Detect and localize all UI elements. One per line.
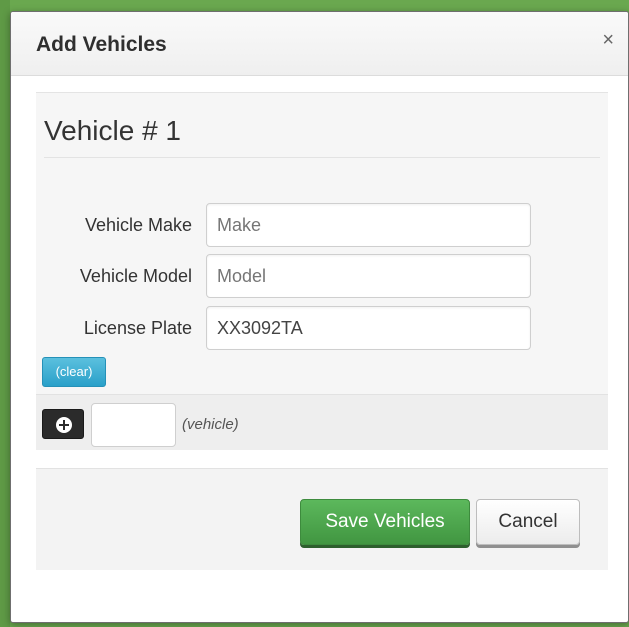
add-vehicle-row: (vehicle) [36,394,608,450]
add-vehicles-modal: Add Vehicles × Vehicle # 1 Vehicle Make … [10,11,629,623]
license-plate-label: License Plate [83,318,192,338]
vehicle-panel: Vehicle # 1 Vehicle Make Vehicle Model L… [36,92,608,450]
save-vehicles-button[interactable]: Save Vehicles [300,499,470,545]
close-icon[interactable]: × [602,30,614,50]
vehicle-make-input[interactable] [206,203,531,247]
clear-button[interactable]: (clear) [42,357,106,387]
license-plate-row: License Plate [36,306,608,350]
modal-header: Add Vehicles × [11,12,628,76]
add-vehicle-button[interactable] [42,409,84,439]
vehicle-model-row: Vehicle Model [36,254,608,298]
vehicle-count-unit: (vehicle) [182,416,239,433]
vehicle-count-input[interactable] [91,403,176,447]
heading-divider [44,157,600,158]
cancel-button[interactable]: Cancel [476,499,580,545]
page-backdrop [0,0,10,627]
vehicle-model-input[interactable] [206,254,531,298]
vehicle-make-label: Vehicle Make [84,215,192,235]
modal-title: Add Vehicles [36,33,167,56]
plus-circle-icon [56,417,72,433]
vehicle-heading: Vehicle # 1 [44,115,181,146]
modal-footer: Save Vehicles Cancel [36,468,608,570]
vehicle-make-row: Vehicle Make [36,203,608,247]
license-plate-input[interactable] [206,306,531,350]
vehicle-model-label: Vehicle Model [79,266,192,286]
